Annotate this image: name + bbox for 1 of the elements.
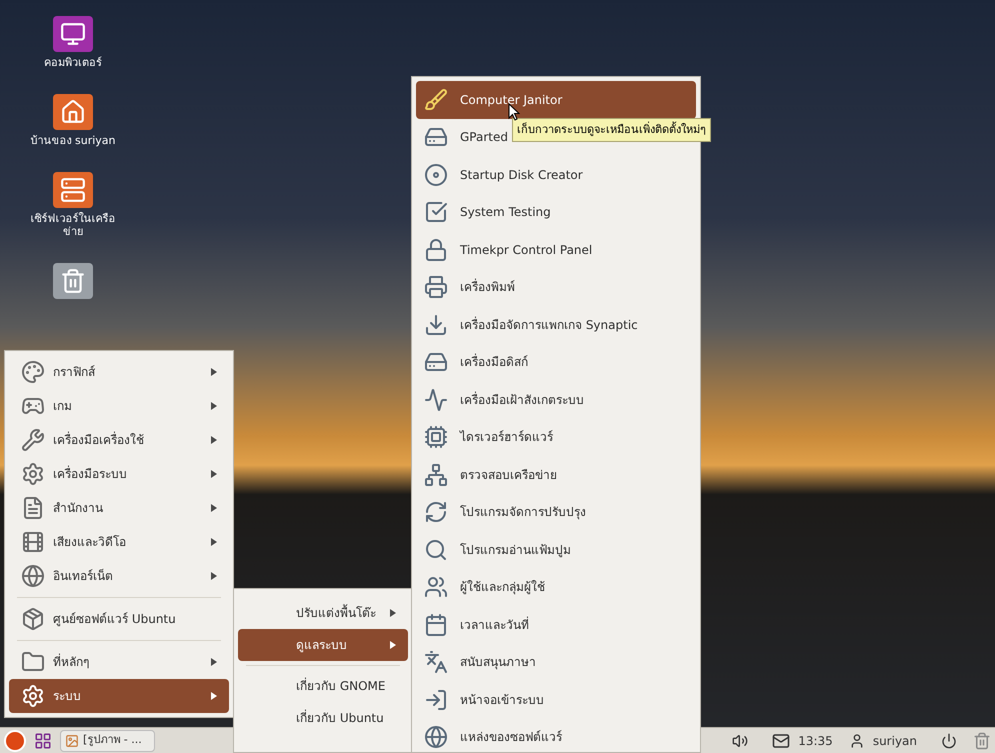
tooltip: เก็บกวาดระบบดูจะเหมือนเพิ่งติดตั้งใหม่ๆ xyxy=(512,118,711,142)
